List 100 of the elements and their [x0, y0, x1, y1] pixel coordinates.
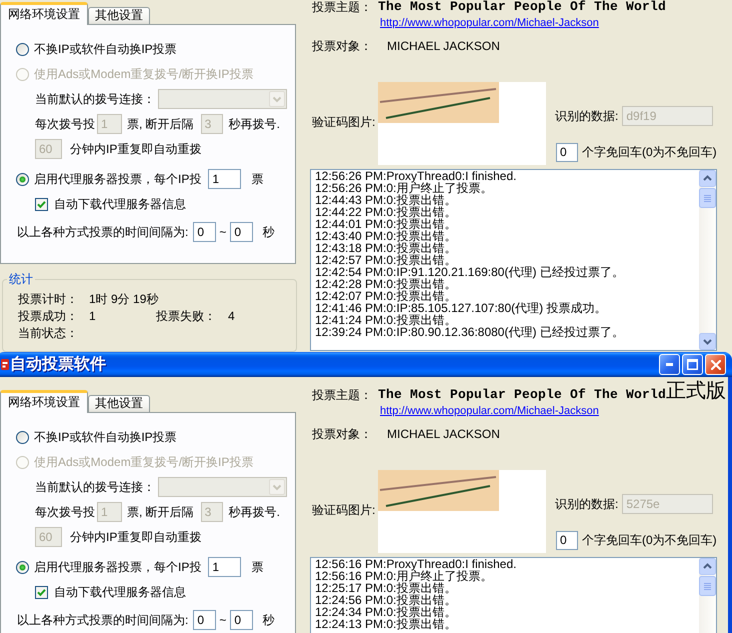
field-label: 以上各种方式投票的时间间隔为:	[17, 224, 188, 240]
field-label: 分钟内IP重复即自动重拨	[70, 528, 202, 546]
checkbox[interactable]	[35, 198, 48, 210]
log-line: 12:42:57 PM:0:投票出错。	[315, 254, 456, 266]
stat-label: 当前状态：	[18, 325, 79, 342]
field-label: 秒再拨号.	[228, 504, 280, 520]
auto-enter-field[interactable]: 0	[556, 531, 578, 550]
maximize-button[interactable]	[682, 354, 703, 375]
tab[interactable]: 其他设置	[88, 395, 150, 412]
vote-title: The Most Popular People Of The World	[378, 389, 666, 401]
group-title: 统计	[7, 272, 35, 286]
log-line: 12:24:13 PM:0:投票出错。	[315, 618, 456, 630]
stat-label: 投票计时：	[18, 291, 79, 308]
stat-value: 4	[228, 308, 236, 325]
scroll-down-button[interactable]	[699, 333, 716, 350]
log-line: 12:41:46 PM:0:IP:85.105.127.107:80(代理) 投票成功。	[315, 302, 606, 314]
field-label: 个字免回车(0为不免回车)	[582, 144, 717, 161]
app-icon	[1, 358, 9, 371]
window-title: 自动投票软件	[10, 354, 106, 374]
tab[interactable]: 网络环境设置	[0, 390, 88, 413]
votes-per-ip-field[interactable]: 1	[208, 557, 242, 577]
field-label: 个字免回车(0为不免回车)	[582, 532, 717, 549]
option-label[interactable]: 不换IP或软件自动换IP投票	[34, 40, 177, 58]
unit-label: 票	[251, 558, 264, 576]
log-line: 12:25:17 PM:0:投票出错。	[315, 582, 456, 594]
chevron-down-icon	[269, 479, 285, 495]
field-label: 当前默认的拨号连接：	[35, 90, 155, 108]
range-separator: ~	[219, 225, 226, 239]
log-line: 12:24:34 PM:0:投票出错。	[315, 606, 456, 618]
tab[interactable]: 其他设置	[88, 7, 150, 24]
url-link[interactable]: http://www.whopopular.com/Michael-Jackson	[380, 17, 599, 30]
checkbox-label[interactable]: 自动下载代理服务器信息	[54, 196, 186, 212]
log-line: 12:44:22 PM:0:投票出错。	[315, 206, 456, 218]
url-link[interactable]: http://www.whopopular.com/Michael-Jackson	[380, 405, 599, 418]
stat-value: 1时 9分 19秒	[89, 291, 160, 308]
range-separator: ~	[219, 613, 226, 627]
log-line: 12:56:26 PM:ProxyThread0:I finished.	[315, 170, 516, 182]
votes-per-ip-field[interactable]: 1	[208, 169, 242, 189]
field-label: 识别的数据:	[555, 496, 618, 512]
edition-label: 正式版	[666, 381, 726, 401]
option-label[interactable]: 启用代理服务器投票，每个IP投	[34, 170, 202, 188]
radio-button[interactable]	[16, 560, 29, 574]
field-label: 投票对象：	[312, 39, 372, 53]
field-label: 分钟内IP重复即自动重拨	[70, 140, 202, 158]
field-label: 当前默认的拨号连接：	[35, 478, 155, 496]
log-line: 12:56:26 PM:0:用户终止了投票。	[315, 182, 492, 194]
log-line: 12:39:24 PM:0:IP:80.90.12.36:8080(代理) 已经投过票了。	[315, 326, 624, 338]
field-label: 票, 断开后隔	[127, 504, 194, 520]
log-line: 12:42:28 PM:0:投票出错。	[315, 278, 456, 290]
scroll-up-button[interactable]	[699, 558, 716, 575]
maximize-icon	[687, 359, 698, 370]
log-line: 12:43:40 PM:0:投票出错。	[315, 230, 456, 242]
field-label: 每次拨号投	[35, 116, 95, 132]
field-label: 以上各种方式投票的时间间隔为:	[17, 612, 188, 628]
interval-from-field[interactable]: 0	[193, 610, 216, 630]
stat-label: 投票成功：	[18, 308, 79, 325]
interval-to-field[interactable]: 0	[230, 222, 254, 242]
log-line: 12:42:54 PM:0:IP:91.120.21.169:80(代理) 已经投过票了。	[315, 266, 624, 278]
stat-label: 投票失败：	[156, 308, 217, 325]
scrollbar-track[interactable]	[699, 558, 716, 633]
radio-button[interactable]	[16, 172, 29, 186]
field-label: 验证码图片:	[312, 114, 376, 131]
unit-label: 秒	[262, 612, 274, 628]
vote-title: The Most Popular People Of The World	[378, 1, 666, 13]
checkbox[interactable]	[35, 586, 48, 598]
close-icon	[710, 360, 720, 370]
scroll-up-button[interactable]	[699, 170, 716, 187]
vote-target: MICHAEL JACKSON	[387, 427, 500, 441]
log-line: 12:43:18 PM:0:投票出错。	[315, 242, 456, 254]
option-label[interactable]: 启用代理服务器投票，每个IP投	[34, 558, 202, 576]
field-label: 票, 断开后隔	[127, 116, 194, 132]
radio-button[interactable]	[16, 430, 29, 444]
minimize-button[interactable]	[659, 354, 680, 375]
field-label: 秒再拨号.	[228, 116, 280, 132]
log-line: 12:56:16 PM:0:用户终止了投票。	[315, 570, 492, 582]
scrollbar-track[interactable]	[699, 170, 716, 350]
checkbox-label[interactable]: 自动下载代理服务器信息	[54, 584, 186, 600]
chevron-down-icon	[269, 91, 285, 107]
scrollbar-thumb[interactable]	[699, 576, 716, 596]
field-label: 识别的数据:	[555, 108, 618, 124]
scrollbar-thumb[interactable]	[699, 188, 716, 208]
log-line: 12:44:43 PM:0:投票出错。	[315, 194, 456, 206]
stat-value: 1	[89, 308, 97, 325]
auto-enter-field[interactable]: 0	[556, 143, 578, 162]
option-label[interactable]: 不换IP或软件自动换IP投票	[34, 428, 177, 446]
field-label: 投票主题：	[312, 389, 372, 401]
vote-target: MICHAEL JACKSON	[387, 39, 500, 53]
radio-button[interactable]	[16, 42, 29, 56]
interval-from-field[interactable]: 0	[193, 222, 216, 242]
field-label: 验证码图片:	[312, 502, 376, 519]
close-button[interactable]	[705, 354, 726, 375]
interval-to-field[interactable]: 0	[230, 610, 254, 630]
log-line: 12:41:24 PM:0:投票出错。	[315, 314, 456, 326]
field-label: 投票对象：	[312, 427, 372, 441]
minimize-icon	[666, 363, 673, 366]
field-label: 投票主题：	[312, 1, 372, 13]
tab[interactable]: 网络环境设置	[0, 2, 88, 25]
unit-label: 秒	[262, 224, 274, 240]
field-label: 每次拨号投	[35, 504, 95, 520]
log-line: 12:44:01 PM:0:投票出错。	[315, 218, 456, 230]
